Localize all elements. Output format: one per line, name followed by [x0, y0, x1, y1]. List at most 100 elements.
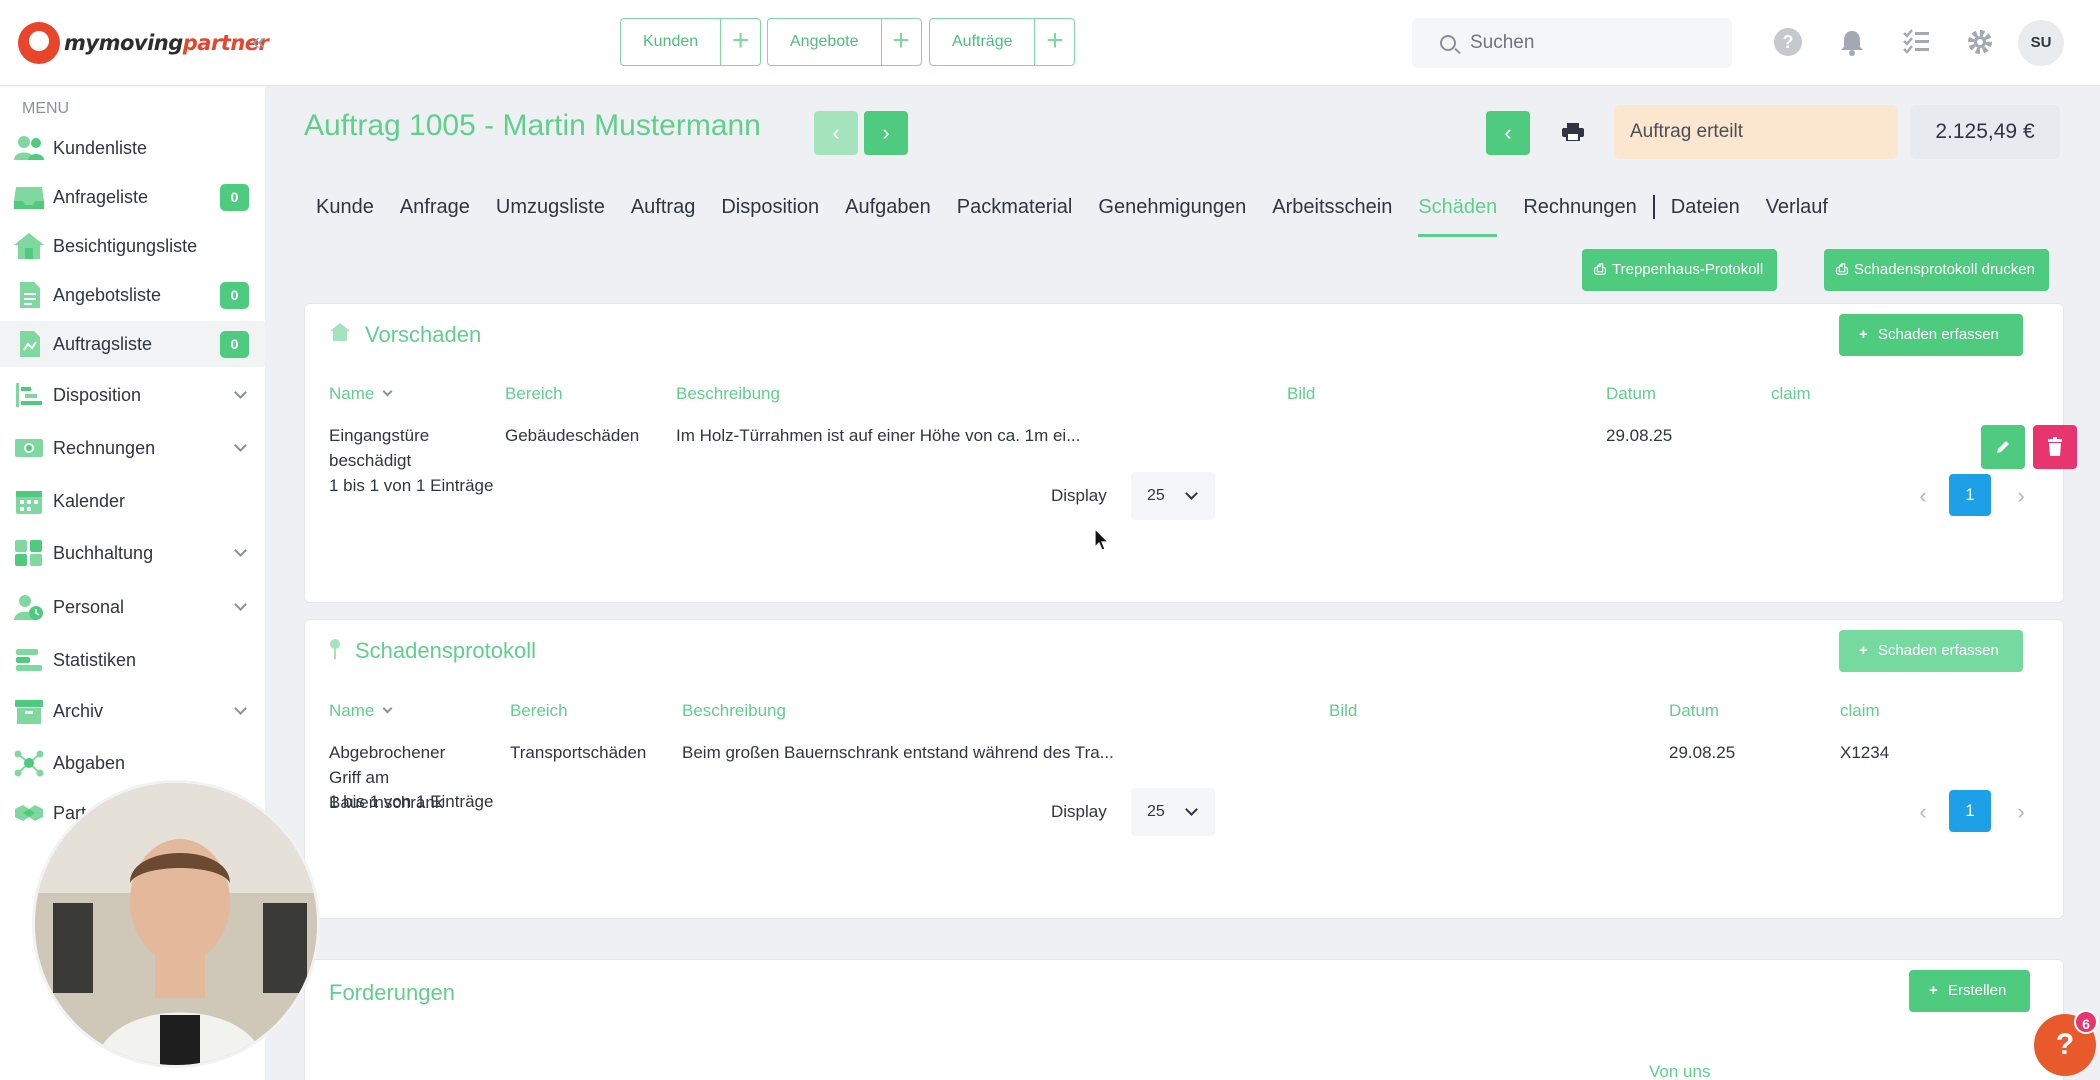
order-tabs: Kunde Anfrage Umzugsliste Auftrag Dispos… [316, 187, 1854, 237]
tab-kunde[interactable]: Kunde [316, 187, 374, 227]
order-status: Auftrag erteilt [1614, 105, 1898, 159]
tab-divider [1652, 195, 1655, 219]
add-customer-plus-icon[interactable]: + [720, 19, 760, 65]
customers-icon [14, 136, 44, 160]
top-header: mymovingpartner « Kunden + Angebote + Au… [0, 0, 2100, 86]
quick-offers-button[interactable]: Angebote [768, 19, 881, 65]
quick-orders-button[interactable]: Aufträge [930, 19, 1034, 65]
page-size-select[interactable]: 25 [1131, 788, 1215, 836]
sidebar-item-kundenliste[interactable]: Kundenliste [0, 125, 265, 171]
tab-umzugsliste[interactable]: Umzugsliste [496, 187, 605, 227]
page-size-select[interactable]: 25 [1131, 472, 1215, 520]
tab-aufgaben[interactable]: Aufgaben [845, 187, 931, 227]
staff-icon [14, 595, 43, 620]
sidebar-item-rechnungen[interactable]: Rechnungen [0, 425, 265, 471]
back-button[interactable]: ‹ [1486, 111, 1530, 155]
offer-doc-icon [20, 282, 40, 308]
sidebar-item-angebotsliste[interactable]: Angebotsliste 0 [0, 272, 265, 318]
page-1-button[interactable]: 1 [1949, 790, 1991, 832]
gear-icon[interactable] [1966, 28, 1994, 56]
previous-page-button[interactable]: ‹ [1913, 801, 1933, 823]
previous-order-button[interactable]: ‹ [814, 111, 858, 155]
sidebar-item-kalender[interactable]: Kalender [0, 478, 265, 524]
page-1-button[interactable]: 1 [1949, 474, 1991, 516]
column-header-name[interactable]: Name [329, 701, 393, 721]
search-placeholder: Suchen [1470, 32, 1535, 53]
column-header-from-us: Von uns [1649, 1062, 1711, 1080]
tab-dateien[interactable]: Dateien [1671, 187, 1740, 227]
tab-verlauf[interactable]: Verlauf [1766, 187, 1828, 227]
vorschaden-card: Vorschaden + Schaden erfassen Name Berei… [304, 303, 2077, 603]
order-total: 2.125,49 € [1910, 105, 2060, 159]
inbox-icon [14, 187, 44, 209]
column-header-description: Beschreibung [682, 701, 786, 720]
search-input[interactable]: Suchen [1412, 18, 1732, 68]
tab-schaeden[interactable]: Schäden [1418, 187, 1497, 237]
sidebar-item-archiv[interactable]: Archiv [0, 688, 265, 734]
sidebar-item-personal[interactable]: Personal [0, 584, 265, 630]
next-page-button[interactable]: › [2011, 485, 2031, 507]
user-avatar[interactable]: SU [2018, 20, 2064, 66]
add-damage-button[interactable]: + Schaden erfassen [1839, 314, 2023, 356]
sidebar-item-abgaben[interactable]: Abgaben [0, 740, 265, 786]
invoice-icon [15, 439, 43, 457]
column-header-claim: claim [1771, 384, 1811, 403]
order-doc-icon [20, 331, 40, 357]
printer-icon[interactable] [1562, 123, 1584, 141]
column-header-name[interactable]: Name [329, 384, 393, 404]
count-badge: 0 [220, 183, 249, 211]
stair-protocol-button[interactable]: ⎙ Treppenhaus-Protokoll [1582, 249, 1778, 291]
add-offer-plus-icon[interactable]: + [880, 19, 921, 65]
sidebar-item-auftragsliste[interactable]: Auftragsliste 0 [0, 321, 265, 367]
add-damage-button[interactable]: + Schaden erfassen [1839, 630, 2023, 672]
sidebar-item-label: Besichtigungsliste [53, 235, 198, 256]
table-info: 1 bis 1 von 1 Einträge [329, 792, 494, 811]
add-order-plus-icon[interactable]: + [1034, 19, 1074, 65]
tab-anfrage[interactable]: Anfrage [400, 187, 470, 227]
forderungen-title: Forderungen [329, 980, 455, 1005]
delete-button[interactable] [2033, 425, 2077, 469]
checklist-icon[interactable] [1902, 28, 1930, 56]
gantt-icon [16, 383, 42, 407]
sidebar-item-label: Buchhaltung [53, 542, 154, 563]
print-damage-protocol-button[interactable]: ⎙ Schadensprotokoll drucken [1824, 249, 2049, 291]
chevron-down-icon [234, 544, 247, 557]
sidebar-item-label: Kalender [53, 490, 126, 511]
sidebar-item-besichtigungsliste[interactable]: Besichtigungsliste [0, 223, 265, 269]
vorschaden-title: Vorschaden [365, 322, 482, 347]
sidebar-item-anfrageliste[interactable]: Anfrageliste 0 [0, 174, 265, 220]
previous-page-button[interactable]: ‹ [1913, 485, 1933, 507]
sidebar-item-label: Archiv [53, 700, 104, 721]
edit-button[interactable] [1981, 425, 2025, 469]
page-title: Auftrag 1005 - Martin Mustermann [304, 109, 761, 142]
archive-icon [15, 700, 43, 724]
tab-disposition[interactable]: Disposition [721, 187, 819, 227]
create-claim-button[interactable]: + Erstellen [1909, 970, 2031, 1012]
sidebar-item-label: Auftragsliste [53, 333, 153, 354]
sidebar-item-statistiken[interactable]: Statistiken [0, 637, 265, 683]
next-page-button[interactable]: › [2011, 801, 2031, 823]
bell-icon[interactable] [1838, 28, 1866, 56]
next-order-button[interactable]: › [864, 111, 908, 155]
tab-packmaterial[interactable]: Packmaterial [957, 187, 1073, 227]
tab-arbeitsschein[interactable]: Arbeitsschein [1272, 187, 1392, 227]
sidebar-item-disposition[interactable]: Disposition [0, 372, 265, 418]
sidebar-item-buchhaltung[interactable]: Buchhaltung [0, 530, 265, 576]
trash-icon [2048, 437, 2062, 456]
cell-claim: X1234 [1840, 743, 1890, 762]
sidebar-item-label: Disposition [53, 384, 142, 405]
house-icon [14, 233, 44, 259]
chevron-down-icon [1185, 803, 1198, 816]
tab-auftrag[interactable]: Auftrag [631, 187, 695, 227]
brand-name-main: mymoving [64, 31, 183, 55]
sidebar-item-label: Statistiken [53, 649, 137, 670]
brand-logo[interactable]: mymovingpartner [18, 22, 269, 64]
column-header-image: Bild [1287, 384, 1316, 403]
tab-genehmigungen[interactable]: Genehmigungen [1098, 187, 1246, 227]
collapse-sidebar-icon[interactable]: « [252, 28, 265, 56]
help-icon[interactable]: ? [1774, 28, 1802, 56]
sidebar-item-label: Rechnungen [53, 437, 156, 458]
sidebar-item-label: Angebotsliste [53, 284, 162, 305]
quick-customers-button[interactable]: Kunden [621, 19, 720, 65]
tab-rechnungen[interactable]: Rechnungen [1523, 187, 1636, 227]
